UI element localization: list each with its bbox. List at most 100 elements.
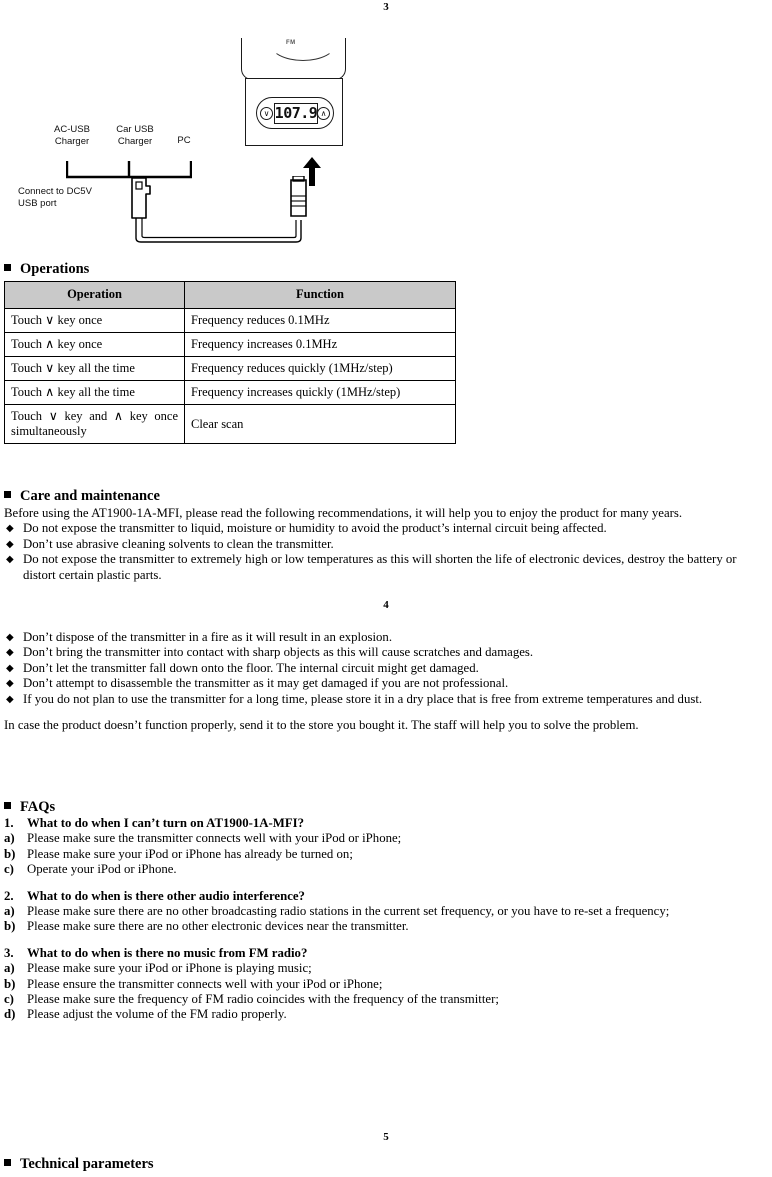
faq-answer: b) Please make sure your iPod or iPhone …: [4, 847, 770, 862]
table-row: Touch ∧ key all the time Frequency incre…: [4, 380, 456, 405]
faq-answer-text: Please make sure there are no other elec…: [27, 919, 409, 934]
lcd-frequency-display: 107.9: [274, 103, 318, 124]
cell-function: Frequency reduces 0.1MHz: [184, 308, 456, 333]
control-panel-pill: ∨ 107.9 ∧: [256, 97, 334, 129]
care-heading: Care and maintenance: [4, 487, 770, 505]
faq-answer-text: Please make sure your iPod or iPhone has…: [27, 846, 353, 861]
technical-parameters-heading: Technical parameters: [4, 1155, 770, 1173]
list-item-text: If you do not plan to use the transmitte…: [23, 691, 703, 706]
list-item-text: Do not expose the transmitter to liquid,…: [23, 521, 607, 536]
page-number-value: 4: [383, 599, 389, 611]
faq-question: 2. What to do when is there other audio …: [4, 889, 770, 904]
cell-function: Frequency increases quickly (1MHz/step): [184, 380, 456, 405]
faq-answer-letter: b): [4, 919, 16, 934]
list-item-text: Don’t bring the transmitter into contact…: [23, 645, 534, 660]
table-row: Touch ∨ key and ∧ key once simultaneousl…: [4, 404, 456, 444]
faq-answer-text: Please make sure the frequency of FM rad…: [27, 992, 499, 1007]
cell-operation: Touch ∨ key all the time: [4, 356, 185, 381]
list-item-text: Do not expose the transmitter to extreme…: [23, 552, 737, 582]
care-closing-paragraph: In case the product doesn’t function pro…: [4, 718, 639, 733]
page-number-4: 4: [0, 599, 772, 611]
cell-operation: Touch ∧ key all the time: [4, 380, 185, 405]
connect-instruction-line2: USB port: [18, 198, 57, 209]
cell-function: Frequency increases 0.1MHz: [184, 332, 456, 357]
faq-group: 2. What to do when is there other audio …: [4, 889, 770, 935]
list-item: ◆ Don’t let the transmitter fall down on…: [4, 661, 770, 676]
list-item-text: Don’t let the transmitter fall down onto…: [23, 660, 479, 675]
care-bullet-list-bottom: ◆ Don’t dispose of the transmitter in a …: [4, 630, 770, 707]
faq-group: 1. What to do when I can’t turn on AT190…: [4, 816, 770, 878]
diamond-bullet-icon: ◆: [6, 662, 14, 674]
page-number-value: 3: [383, 1, 389, 13]
operations-heading-text: Operations: [20, 261, 90, 277]
faq-answer-letter: b): [4, 846, 16, 861]
list-item: ◆ Don’t use abrasive cleaning solvents t…: [4, 537, 770, 552]
column-header-operation: Operation: [4, 281, 185, 309]
page-number-value: 5: [383, 1131, 389, 1143]
chevron-down-glyph: ∨: [263, 108, 270, 118]
faqs-heading-text: FAQs: [20, 799, 56, 815]
diamond-bullet-icon: ◆: [6, 538, 14, 550]
faq-question-text: What to do when is there other audio int…: [27, 888, 305, 903]
power-source-label: PC: [164, 135, 204, 147]
list-item-text: Don’t dispose of the transmitter in a fi…: [23, 630, 393, 644]
list-item: ◆ Don’t bring the transmitter into conta…: [4, 645, 770, 660]
faq-answer-text: Please ensure the transmitter connects w…: [27, 976, 383, 991]
power-source-label-line1: Car USB: [116, 124, 154, 135]
faq-question: 1. What to do when I can’t turn on AT190…: [4, 816, 770, 831]
faq-group: 3. What to do when is there no music fro…: [4, 946, 770, 1023]
operations-table: Operation Function Touch ∨ key once Freq…: [4, 281, 456, 444]
list-item-text: Don’t use abrasive cleaning solvents to …: [23, 536, 334, 551]
faq-answer-text: Operate your iPod or iPhone.: [27, 862, 177, 877]
faq-answer-letter: a): [4, 961, 15, 976]
cell-operation: Touch ∨ key and ∧ key once simultaneousl…: [4, 404, 185, 444]
list-item: ◆ Don’t dispose of the transmitter in a …: [4, 630, 770, 645]
faq-answer: c) Operate your iPod or iPhone.: [4, 862, 770, 877]
usb-connection-figure: FM ∨ 107.9 ∧ AC-USB Charger Car USB Char…: [0, 16, 772, 248]
power-source-label-line2: Charger: [117, 135, 153, 147]
page-number-5: 5: [0, 1131, 772, 1143]
power-source-label-line1: PC: [177, 135, 191, 146]
usb-cable-icon: [131, 176, 307, 243]
table-row: Touch ∨ key once Frequency reduces 0.1MH…: [4, 308, 456, 333]
faq-answer-text: Please make sure the transmitter connect…: [27, 831, 402, 846]
column-header-function: Function: [184, 281, 456, 309]
fm-label: FM: [286, 40, 296, 46]
power-source-label-line2: Charger: [54, 135, 90, 147]
list-item-text: Don’t attempt to disassemble the transmi…: [23, 676, 509, 691]
faq-number: 1.: [4, 816, 14, 830]
diamond-bullet-icon: ◆: [6, 523, 14, 535]
faq-answer-letter: a): [4, 904, 15, 919]
power-source-label: AC-USB Charger: [40, 124, 104, 147]
cell-operation: Touch ∨ key once: [4, 308, 185, 333]
diamond-bullet-icon: ◆: [6, 554, 14, 566]
chevron-up-circle-icon[interactable]: ∧: [317, 107, 330, 120]
faq-answer-text: Please make sure your iPod or iPhone is …: [27, 961, 312, 976]
faqs-heading: FAQs: [4, 798, 770, 816]
care-intro: Before using the AT1900-1A-MFI, please r…: [4, 506, 683, 520]
faq-question-text: What to do when I can’t turn on AT1900-1…: [27, 816, 305, 830]
chevron-down-circle-icon[interactable]: ∨: [260, 107, 273, 120]
diamond-bullet-icon: ◆: [6, 678, 14, 690]
faq-answer: b) Please make sure there are no other e…: [4, 919, 770, 934]
faq-answer-letter: c): [4, 862, 14, 877]
faq-answer: d) Please adjust the volume of the FM ra…: [4, 1007, 770, 1022]
device-arc-decoration: [269, 39, 337, 61]
faq-answer-letter: b): [4, 976, 16, 991]
chevron-up-glyph: ∧: [320, 108, 327, 118]
table-header-row: Operation Function: [4, 281, 456, 309]
cell-function: Frequency reduces quickly (1MHz/step): [184, 356, 456, 381]
diamond-bullet-icon: ◆: [6, 647, 14, 659]
faq-answer: b) Please ensure the transmitter connect…: [4, 977, 770, 992]
faq-answer: a) Please make sure there are no other b…: [4, 904, 770, 919]
table-row: Touch ∧ key once Frequency increases 0.1…: [4, 332, 456, 357]
faq-question-text: What to do when is there no music from F…: [27, 945, 308, 960]
faq-answer: a) Please make sure your iPod or iPhone …: [4, 961, 770, 976]
device-front-panel: ∨ 107.9 ∧: [245, 78, 343, 146]
fm-transmitter-illustration: FM ∨ 107.9 ∧: [232, 38, 357, 156]
diamond-bullet-icon: ◆: [6, 632, 14, 643]
faq-answer-letter: c): [4, 992, 14, 1007]
care-heading-text: Care and maintenance: [20, 488, 160, 504]
list-item: ◆ Do not expose the transmitter to extre…: [4, 552, 770, 583]
table-row: Touch ∨ key all the time Frequency reduc…: [4, 356, 456, 381]
